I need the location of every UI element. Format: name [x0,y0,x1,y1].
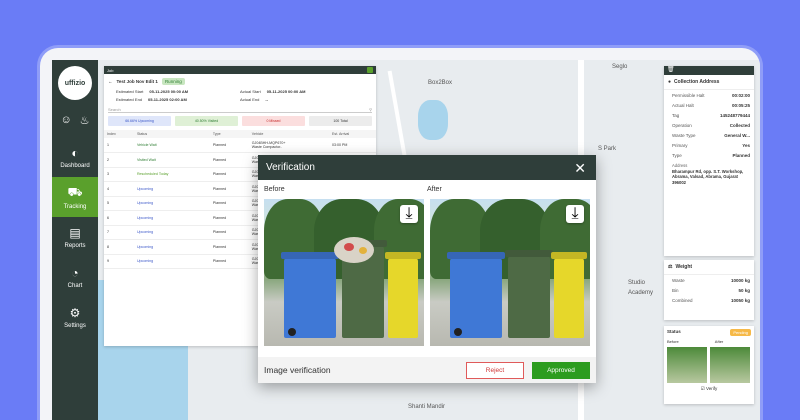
sidebar-item-reports[interactable]: ▤ Reports [52,217,98,257]
map-label: Box2Box [428,80,453,86]
close-icon[interactable]: ✕ [574,161,586,175]
status-panel: Status Pending Before After ☑ Verify [664,326,754,404]
approve-button[interactable]: Approved [532,361,590,379]
after-photo[interactable]: ⤓ [430,199,590,346]
brand-logo[interactable]: uffizio [58,66,92,100]
gear-icon: ⚙ [69,305,81,320]
collection-field: Actual Halt 00:05:25 [672,102,750,108]
verification-modal: Verification ✕ Before After ⤓ ⤓ Image ve… [258,155,596,383]
collection-field: Tag 145248779444 [672,112,750,118]
weight-field: Waste 10000 kg [672,277,750,283]
blue-bin [450,258,502,338]
download-icon[interactable]: ⤓ [566,205,584,223]
sidebar-item-dashboard[interactable]: ◐ Dashboard [52,137,98,177]
stat-visited[interactable]: 40.50% Visited [175,116,238,126]
job-title: Test Job Nov Edit 1 [116,79,158,84]
weight-field: Combined 10050 kg [672,297,750,303]
job-stats: 66.66% Upcoming 40.50% Visited 0 Missed … [104,116,376,126]
job-bar-label: Job [107,67,114,73]
sidebar-item-tracking[interactable]: ⛟ Tracking [52,177,98,217]
green-bin [508,256,550,338]
map-label: Studio [628,280,646,286]
sidebar-item-settings[interactable]: ⚙ Settings [52,297,98,337]
map-label: Academy [628,290,654,296]
stat-total[interactable]: 100 Total [309,116,372,126]
modal-title: Verification [266,162,315,173]
pie-chart-icon: ◔ [71,265,79,280]
collection-field: Waste Type General W... [672,132,750,138]
bell-icon[interactable]: ♨ [80,114,90,127]
stat-upcoming[interactable]: 66.66% Upcoming [108,116,171,126]
back-arrow-icon[interactable]: ← [108,79,113,84]
weight-panel: ⚖ Weight Waste 10000 kg Bin 50 kg Combined 100… [664,260,754,320]
check-icon: ☑ [700,386,705,391]
trash-icon[interactable]: 🗑 [664,67,675,73]
lake [418,100,448,140]
yellow-bin [388,258,418,338]
reject-button[interactable]: Reject [466,361,524,379]
sidebar: uffizio ☺ ♨ ◐ Dashboard ⛟ Tracking ▤ Rep… [52,60,98,420]
map-label: S Park [598,146,617,152]
table-row[interactable]: 1 Vehicle Wait Planned GJ04BHH-MQP670+ Waste… [104,138,376,153]
truck-icon: ⛟ [67,184,83,199]
close-icon[interactable] [367,67,373,73]
collection-field: Primary Yes [672,142,750,148]
collection-address-panel: 🗑 ● Collection Address Permissible Halt 00… [664,66,754,256]
gauge-icon: ◐ [71,145,79,160]
map-label: Seglo [612,64,628,70]
report-icon: ▤ [69,225,81,240]
after-label: After [427,186,442,193]
sidebar-nav: ◐ Dashboard ⛟ Tracking ▤ Reports ◔ Chart… [52,137,98,337]
yellow-bin [554,258,584,338]
pending-badge: Pending [730,329,751,336]
sidebar-item-chart[interactable]: ◔ Chart [52,257,98,297]
download-icon[interactable]: ⤓ [400,205,418,223]
job-dates: Estimated Start 05-11-2025 00:00 AM Actua… [116,89,306,102]
verify-button[interactable]: ☑ Verify [667,386,751,392]
before-photo[interactable]: ⤓ [264,199,424,346]
collection-field: Operation Collected [672,122,750,128]
map-label: Shanti Mandir [408,404,446,410]
overflowing-trash [334,237,374,263]
search-input[interactable]: Search ⚲ [108,107,372,113]
user-icon[interactable]: ☺ [60,114,71,127]
stat-missed[interactable]: 0 Missed [242,116,305,126]
address-text: Bharampur Rd, opp. S.T. Workshop, Abrama… [672,168,744,186]
before-label: Before [264,186,285,193]
after-thumbnail[interactable] [710,347,750,383]
pin-icon: ● [668,79,672,85]
before-thumbnail[interactable] [667,347,707,383]
scale-icon: ⚖ [668,264,673,270]
blue-bin [284,258,336,338]
image-verification-label: Image verification [264,365,331,375]
status-badge: Running [161,78,185,85]
collection-field: Permissible Halt 00:02:00 [672,92,750,98]
collection-field: Type Planned [672,152,750,158]
weight-field: Bin 50 kg [672,287,750,293]
search-icon: ⚲ [369,107,372,112]
